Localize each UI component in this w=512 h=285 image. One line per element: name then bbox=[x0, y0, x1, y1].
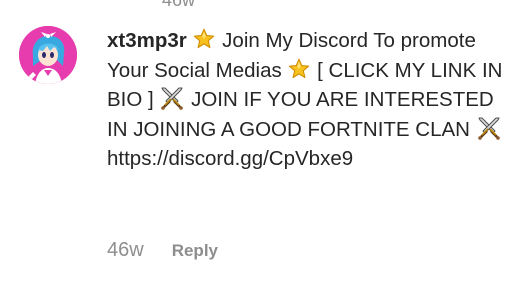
avatar[interactable] bbox=[19, 26, 77, 84]
comment-text: xt3mp3r Join My Discord To promote Your … bbox=[107, 26, 507, 174]
discord-link[interactable]: https://discord.gg/CpVbxe9 bbox=[107, 147, 353, 170]
star-emoji-icon bbox=[192, 27, 216, 51]
comment-username[interactable]: xt3mp3r bbox=[107, 29, 187, 52]
comment-item: xt3mp3r Join My Discord To promote Your … bbox=[0, 0, 512, 285]
crossed-swords-emoji-icon bbox=[476, 116, 502, 140]
avatar-illustration-icon bbox=[19, 26, 77, 84]
star-emoji-icon bbox=[287, 57, 311, 81]
comment-time[interactable]: 46w bbox=[107, 238, 144, 262]
reply-button[interactable]: Reply bbox=[172, 241, 218, 261]
comment-meta: 46w Reply bbox=[107, 238, 218, 262]
crossed-swords-emoji-icon bbox=[159, 86, 185, 110]
